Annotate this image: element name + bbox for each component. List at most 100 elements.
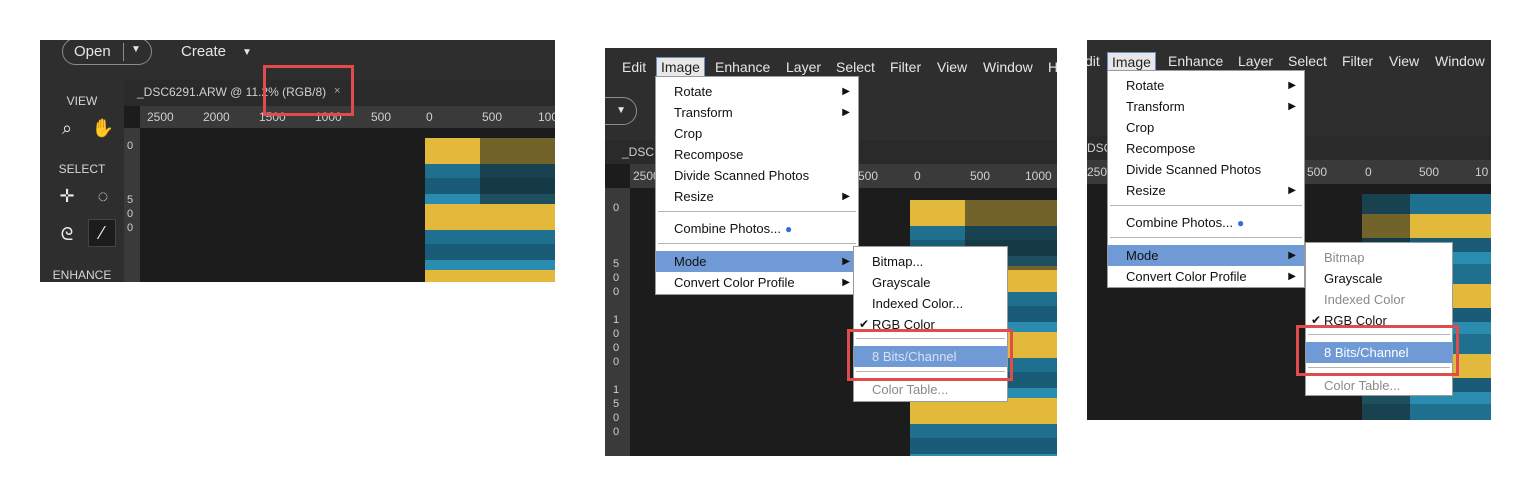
menu-item-crop[interactable]: Crop (1108, 117, 1304, 138)
menu-item-indexed-color[interactable]: Indexed Color... (854, 293, 1007, 314)
section-enhance: ENHANCE (52, 268, 112, 282)
menu-select[interactable]: Select (836, 59, 875, 75)
ruler-label: 0 (426, 110, 433, 124)
menu-separator (1110, 237, 1302, 238)
menu-item-rotate[interactable]: Rotate ▶ (1108, 75, 1304, 96)
submenu-arrow-icon: ▶ (842, 107, 850, 118)
submenu-arrow-icon: ▶ (1288, 250, 1296, 261)
new-feature-dot-icon: ● (1236, 216, 1245, 230)
lasso-icon[interactable]: ᘓ (54, 221, 80, 247)
zoom-icon[interactable]: ⌕ (54, 115, 80, 141)
menu-edit[interactable]: dit (1087, 53, 1100, 69)
menu-item-grayscale[interactable]: Grayscale (1306, 268, 1452, 289)
ruler-label: 500 (1307, 165, 1328, 179)
highlight-box (263, 65, 354, 116)
ruler-label: 0 (613, 272, 620, 284)
menu-item-bitmap[interactable]: Bitmap (1306, 247, 1452, 268)
submenu-arrow-icon: ▶ (1288, 101, 1296, 112)
highlight-box (847, 329, 1013, 381)
marquee-icon[interactable]: ◌ (90, 183, 116, 209)
menu-item-indexed-color[interactable]: Indexed Color (1306, 289, 1452, 310)
ruler-label: 0 (1365, 165, 1372, 179)
menu-view[interactable]: View (1389, 53, 1419, 69)
menu-separator (1110, 205, 1302, 206)
menu-filter[interactable]: Filter (1342, 53, 1373, 69)
menu-window[interactable]: Window (1435, 53, 1485, 69)
submenu-arrow-icon: ▶ (842, 256, 850, 267)
menu-item-recompose[interactable]: Recompose (656, 144, 858, 165)
menu-item-transform[interactable]: Transform ▶ (1108, 96, 1304, 117)
menu-image[interactable]: Image (656, 57, 705, 77)
menu-item-color-table[interactable]: Color Table... (854, 379, 1007, 400)
new-feature-dot-icon: ● (784, 222, 793, 236)
open-button[interactable]: Open ▼ (62, 40, 152, 65)
menu-view[interactable]: View (937, 59, 967, 75)
image-menu: Rotate ▶ Transform ▶ Crop Recompose Divide… (1107, 70, 1305, 288)
vertical-ruler: 0 5 0 0 (124, 128, 140, 282)
menu-item-crop[interactable]: Crop (656, 123, 858, 144)
menu-window[interactable]: Window (983, 59, 1033, 75)
editor-screenshot-2: Edit Image Enhance Layer Select Filter V… (605, 48, 1057, 456)
menu-item-combine-photos[interactable]: Combine Photos... ● (656, 218, 858, 239)
menu-layer[interactable]: Layer (786, 59, 821, 75)
ruler-label: 500 (858, 169, 879, 183)
ruler-label: 2000 (203, 110, 230, 124)
ruler-label: 0 (613, 342, 620, 354)
submenu-arrow-icon: ▶ (842, 191, 850, 202)
editor-screenshot-3: dit Image Enhance Layer Select Filter Vi… (1087, 40, 1491, 420)
ruler-label: 500 (371, 110, 392, 124)
submenu-arrow-icon: ▶ (1288, 271, 1296, 282)
menu-item-convert-color-profile[interactable]: Convert Color Profile ▶ (1108, 266, 1304, 287)
ruler-label: 0 (914, 169, 921, 183)
menu-item-color-table[interactable]: Color Table... (1306, 375, 1452, 396)
ruler-label: 0 (613, 328, 620, 340)
create-button[interactable]: Create (181, 43, 226, 60)
move-icon[interactable]: ✛ (54, 183, 80, 209)
menu-item-grayscale[interactable]: Grayscale (854, 272, 1007, 293)
chevron-down-icon[interactable]: ▼ (131, 44, 141, 55)
menu-item-divide-scanned-photos[interactable]: Divide Scanned Photos (1108, 159, 1304, 180)
menu-item-resize[interactable]: Resize ▶ (656, 186, 858, 207)
ruler-label: 1000 (1025, 169, 1052, 183)
editor-screenshot-1: Open ▼ Create ▼ VIEW ⌕ ✋ SELECT ✛ ◌ ᘓ ⁄ … (40, 40, 555, 282)
menu-help[interactable]: H (1048, 59, 1057, 75)
menu-edit[interactable]: Edit (622, 59, 646, 75)
menu-filter[interactable]: Filter (890, 59, 921, 75)
menu-enhance[interactable]: Enhance (1168, 53, 1223, 69)
ruler-label: 0 (127, 140, 134, 152)
chevron-down-icon[interactable]: ▼ (242, 47, 252, 58)
menu-item-convert-color-profile[interactable]: Convert Color Profile ▶ (656, 272, 858, 293)
menu-select[interactable]: Select (1288, 53, 1327, 69)
menu-image[interactable]: Image (1107, 52, 1156, 72)
menu-separator (658, 243, 856, 244)
menu-enhance[interactable]: Enhance (715, 59, 770, 75)
highlight-box (1296, 325, 1459, 376)
hand-icon[interactable]: ✋ (90, 115, 116, 141)
ruler-label: 500 (970, 169, 991, 183)
menu-item-mode[interactable]: Mode ▶ (656, 251, 858, 272)
ruler-label: 100 (538, 110, 555, 124)
ruler-label: 5 (127, 194, 134, 206)
menu-item-transform[interactable]: Transform ▶ (656, 102, 858, 123)
submenu-arrow-icon: ▶ (842, 86, 850, 97)
ruler-label: 0 (127, 208, 134, 220)
menu-item-mode[interactable]: Mode ▶ (1108, 245, 1304, 266)
menu-separator (658, 211, 856, 212)
ruler-label: 500 (482, 110, 503, 124)
menu-item-recompose[interactable]: Recompose (1108, 138, 1304, 159)
chevron-down-icon[interactable]: ▼ (605, 97, 637, 125)
magic-wand-icon[interactable]: ⁄ (88, 219, 116, 247)
open-label: Open (74, 43, 111, 60)
menu-item-rotate[interactable]: Rotate ▶ (656, 81, 858, 102)
ruler-label: 0 (613, 356, 620, 368)
image-menu: Rotate ▶ Transform ▶ Crop Recompose Divide… (655, 76, 859, 295)
ruler-label: 1 (613, 314, 620, 326)
ruler-label: 5 (613, 398, 620, 410)
menu-item-bitmap[interactable]: Bitmap... (854, 251, 1007, 272)
menu-layer[interactable]: Layer (1238, 53, 1273, 69)
menu-item-resize[interactable]: Resize ▶ (1108, 180, 1304, 201)
toolbox: VIEW ⌕ ✋ SELECT ✛ ◌ ᘓ ⁄ ENHANCE (40, 80, 124, 282)
menu-item-combine-photos[interactable]: Combine Photos... ● (1108, 212, 1304, 233)
submenu-arrow-icon: ▶ (1288, 80, 1296, 91)
menu-item-divide-scanned-photos[interactable]: Divide Scanned Photos (656, 165, 858, 186)
